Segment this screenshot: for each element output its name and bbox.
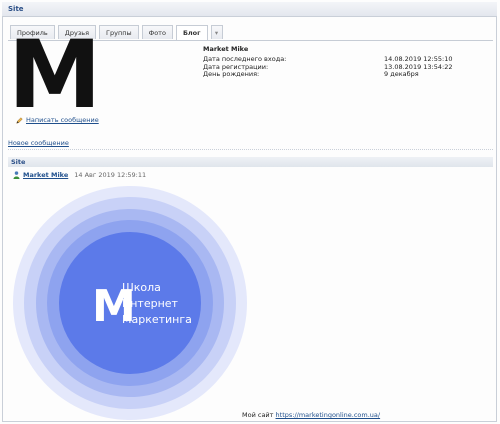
blog-section-title: Site <box>11 158 26 166</box>
logo-line-3: Маркетинга <box>122 313 192 326</box>
tab-groups[interactable]: Группы <box>99 25 139 39</box>
avatar[interactable]: M <box>8 29 102 123</box>
last-login-row: Дата последнего входа: 14.08.2019 12:55:… <box>203 55 493 63</box>
divider <box>8 149 493 150</box>
write-message-link[interactable]: Написать сообщение <box>26 116 99 124</box>
window-title-bar: Site <box>2 2 497 17</box>
website-link[interactable]: https://marketingonline.com.ua/ <box>276 411 381 419</box>
new-message-link[interactable]: Новое сообщение <box>8 139 69 147</box>
chevron-down-icon: ▾ <box>214 28 219 37</box>
pencil-icon <box>16 116 23 124</box>
school-logo-image: M Школа Интернет Маркетинга <box>13 186 247 420</box>
tab-blog[interactable]: Блог <box>175 25 208 40</box>
tab-more-dropdown[interactable]: ▾ <box>210 25 223 39</box>
birthday-value: 9 декабря <box>384 70 419 79</box>
birthday-row: День рождения: 9 декабря <box>203 70 493 78</box>
registration-row: Дата регистрации: 13.08.2019 13:54:22 <box>203 63 493 71</box>
user-icon <box>13 171 20 179</box>
logo-line-2: Интернет <box>122 297 179 310</box>
registration-label: Дата регистрации: <box>203 62 269 71</box>
last-login-value: 14.08.2019 12:55:10 <box>384 55 453 63</box>
write-message-row: Написать сообщение <box>16 116 99 124</box>
profile-info: Market Mike Дата последнего входа: 14.08… <box>203 45 493 78</box>
post-header: Market Mike 14 Авг 2019 12:59:11 <box>13 171 146 179</box>
post-date: 14 Авг 2019 12:59:11 <box>74 171 147 179</box>
post-footer: Мой сайт https://marketingonline.com.ua/ <box>242 411 380 419</box>
tab-photo[interactable]: Фото <box>141 25 173 39</box>
footer-prefix: Мой сайт <box>242 411 274 419</box>
blog-section-header: Site <box>8 157 493 167</box>
logo-line-1: Школа <box>122 281 161 294</box>
profile-name: Market Mike <box>203 45 249 53</box>
last-login-label: Дата последнего входа: <box>203 55 287 63</box>
registration-value: 13.08.2019 13:54:22 <box>384 62 453 71</box>
window-title: Site <box>8 5 24 13</box>
post-author-link[interactable]: Market Mike <box>23 171 68 179</box>
birthday-label: День рождения: <box>203 70 260 79</box>
